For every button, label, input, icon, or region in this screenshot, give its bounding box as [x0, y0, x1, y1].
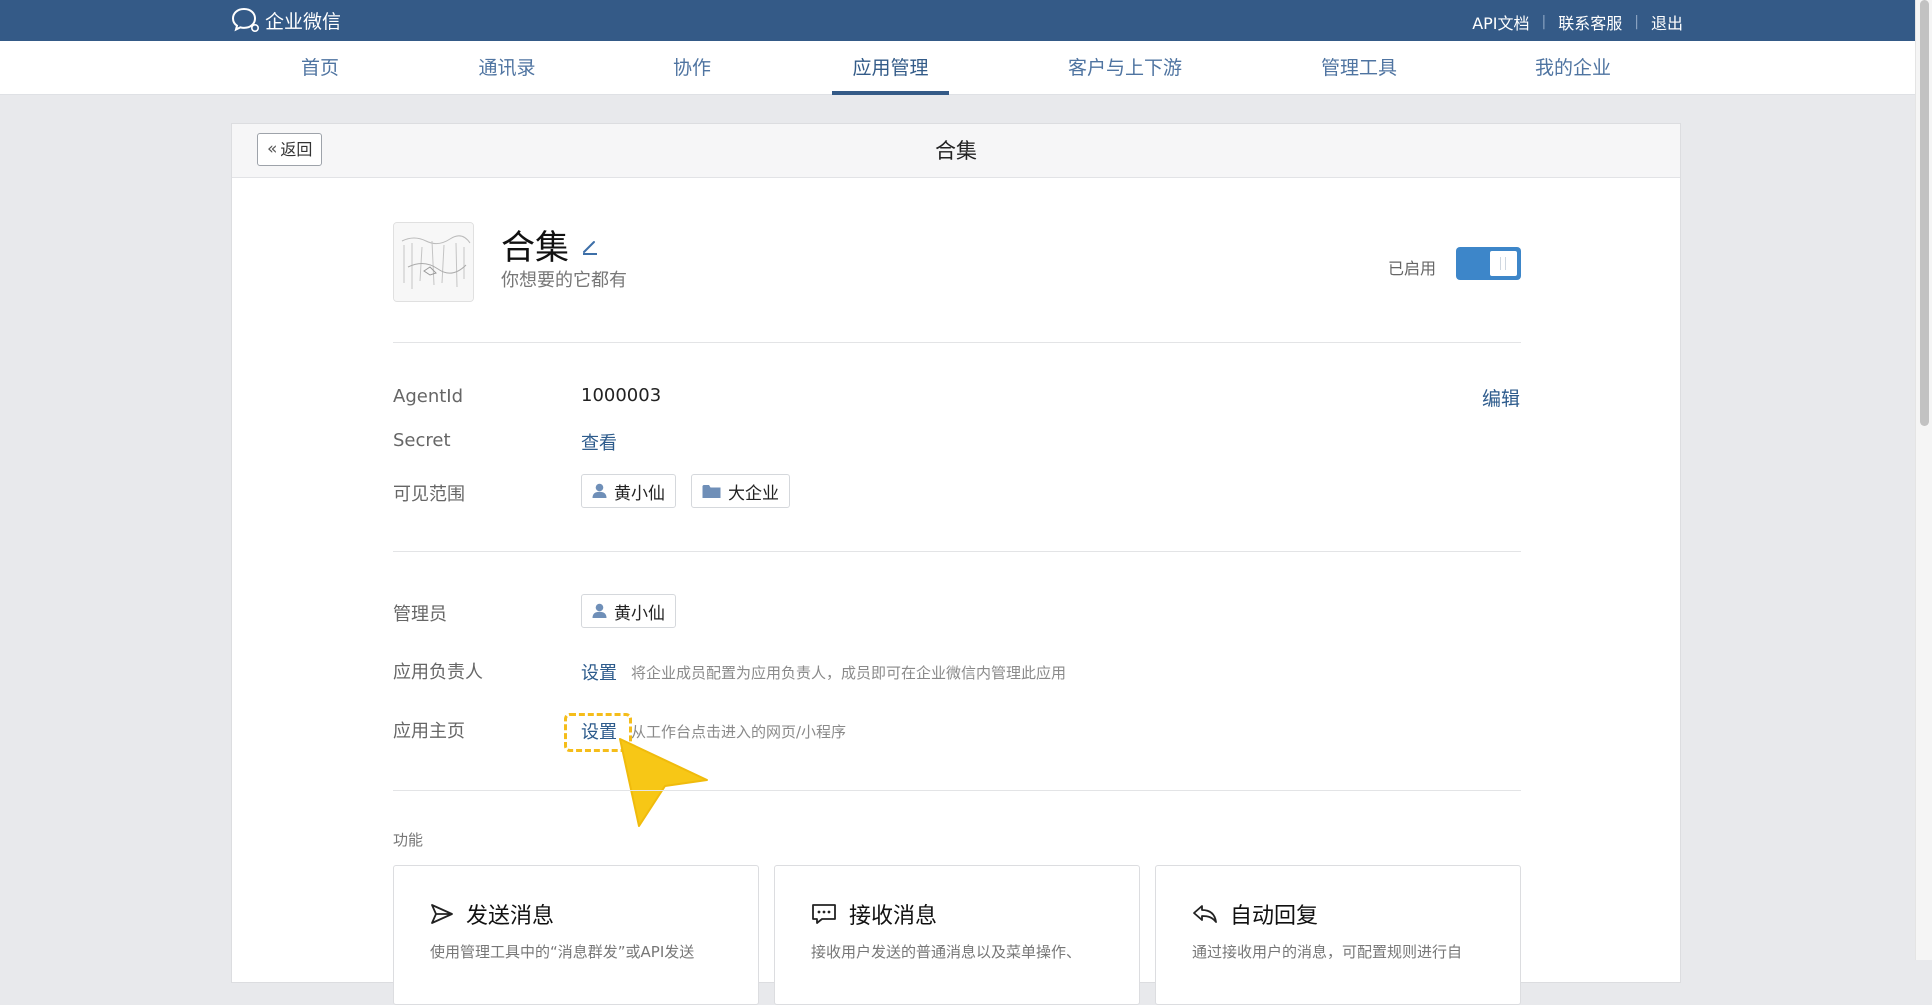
app-thumbnail-icon [394, 223, 473, 301]
reply-icon [1193, 905, 1217, 923]
visible-department-tag[interactable]: 大企业 [691, 474, 790, 508]
auto-reply-title: 自动回复 [1230, 904, 1319, 929]
card-header: « 返回 合集 [232, 124, 1680, 178]
admin-label: 管理员 [393, 604, 447, 625]
contact-support-link[interactable]: 联系客服 [1558, 10, 1622, 34]
pointer-arrow-icon [619, 738, 708, 827]
topbar-links: API文档 | 联系客服 | 退出 [1472, 10, 1683, 34]
divider [393, 790, 1521, 791]
user-icon [592, 603, 607, 618]
divider: | [1634, 14, 1639, 30]
chat-icon [812, 904, 836, 924]
api-docs-link[interactable]: API文档 [1472, 10, 1529, 34]
nav-contacts[interactable]: 通讯录 [478, 41, 536, 95]
app-name-text: 合集 [501, 228, 569, 268]
homepage-row: 设置 从工作台点击进入的网页/小程序 [581, 718, 846, 744]
nav-collaboration[interactable]: 协作 [672, 41, 712, 95]
send-message-title: 发送消息 [466, 904, 555, 929]
auto-reply-heading: 自动回复 [1192, 898, 1318, 930]
visible-range-label: 可见范围 [393, 484, 465, 505]
homepage-hint: 从工作台点击进入的网页/小程序 [631, 722, 847, 741]
agentid-value: 1000003 [581, 385, 662, 406]
admin-member-name: 黄小仙 [614, 603, 665, 624]
features-section-label: 功能 [393, 831, 424, 849]
edit-link[interactable]: 编辑 [1482, 384, 1520, 411]
receive-message-title: 接收消息 [849, 904, 938, 929]
auto-reply-desc: 通过接收用户的消息，可配置规则进行自 [1192, 943, 1463, 961]
divider: | [1541, 14, 1547, 30]
app-detail-card: « 返回 合集 合集 你想要的它都有 已启用 AgentId 1000003 编… [231, 123, 1681, 1005]
divider [393, 342, 1521, 343]
view-secret-link[interactable]: 查看 [581, 429, 617, 455]
visible-member-tag[interactable]: 黄小仙 [581, 474, 676, 508]
app-name: 合集 [501, 220, 599, 269]
visible-department-name: 大企业 [728, 483, 779, 504]
pencil-icon[interactable] [581, 225, 599, 265]
user-icon [592, 483, 607, 498]
owner-label: 应用负责人 [393, 662, 483, 683]
receive-message-heading: 接收消息 [811, 898, 937, 930]
folder-icon [702, 484, 721, 498]
wecom-logo-icon [231, 7, 259, 32]
enable-toggle[interactable] [1456, 247, 1521, 280]
toggle-knob [1490, 251, 1517, 276]
nav-home[interactable]: 首页 [296, 41, 344, 95]
divider [393, 551, 1521, 552]
set-owner-link[interactable]: 设置 [581, 659, 617, 685]
owner-row: 设置 将企业成员配置为应用负责人，成员即可在企业微信内管理此应用 [581, 659, 1066, 685]
nav-my-enterprise[interactable]: 我的企业 [1534, 41, 1612, 95]
app-icon[interactable] [393, 222, 474, 302]
owner-hint: 将企业成员配置为应用负责人，成员即可在企业微信内管理此应用 [631, 663, 1067, 682]
send-message-heading: 发送消息 [430, 898, 554, 930]
main-nav: 首页 通讯录 协作 应用管理 客户与上下游 管理工具 我的企业 [0, 41, 1915, 95]
logo-text: 企业微信 [265, 10, 342, 33]
nav-app-management[interactable]: 应用管理 [832, 41, 949, 95]
receive-message-card[interactable]: 接收消息 接收用户发送的普通消息以及菜单操作、 [774, 865, 1140, 1005]
send-message-card[interactable]: 发送消息 使用管理工具中的“消息群发”或API发送 [393, 865, 759, 1005]
visible-member-name: 黄小仙 [614, 483, 665, 504]
page-title: 合集 [935, 139, 977, 163]
send-icon [431, 904, 453, 924]
send-message-desc: 使用管理工具中的“消息群发”或API发送 [430, 943, 695, 961]
agentid-label: AgentId [393, 386, 464, 407]
auto-reply-card[interactable]: 自动回复 通过接收用户的消息，可配置规则进行自 [1155, 865, 1521, 1005]
secret-label: Secret [393, 430, 451, 451]
receive-message-desc: 接收用户发送的普通消息以及菜单操作、 [811, 943, 1082, 961]
set-homepage-link[interactable]: 设置 [581, 718, 617, 744]
page-scrollbar[interactable] [1915, 0, 1932, 960]
logo[interactable]: 企业微信 [231, 6, 341, 34]
logout-link[interactable]: 退出 [1651, 10, 1683, 34]
scrollbar-thumb[interactable] [1920, 0, 1929, 426]
homepage-label: 应用主页 [393, 721, 465, 742]
nav-customers[interactable]: 客户与上下游 [1067, 41, 1183, 95]
nav-admin-tools[interactable]: 管理工具 [1320, 41, 1398, 95]
status-label: 已启用 [1388, 259, 1437, 278]
admin-member-tag[interactable]: 黄小仙 [581, 594, 676, 628]
app-description: 你想要的它都有 [501, 270, 627, 291]
top-bar: 企业微信 API文档 | 联系客服 | 退出 [0, 0, 1915, 41]
